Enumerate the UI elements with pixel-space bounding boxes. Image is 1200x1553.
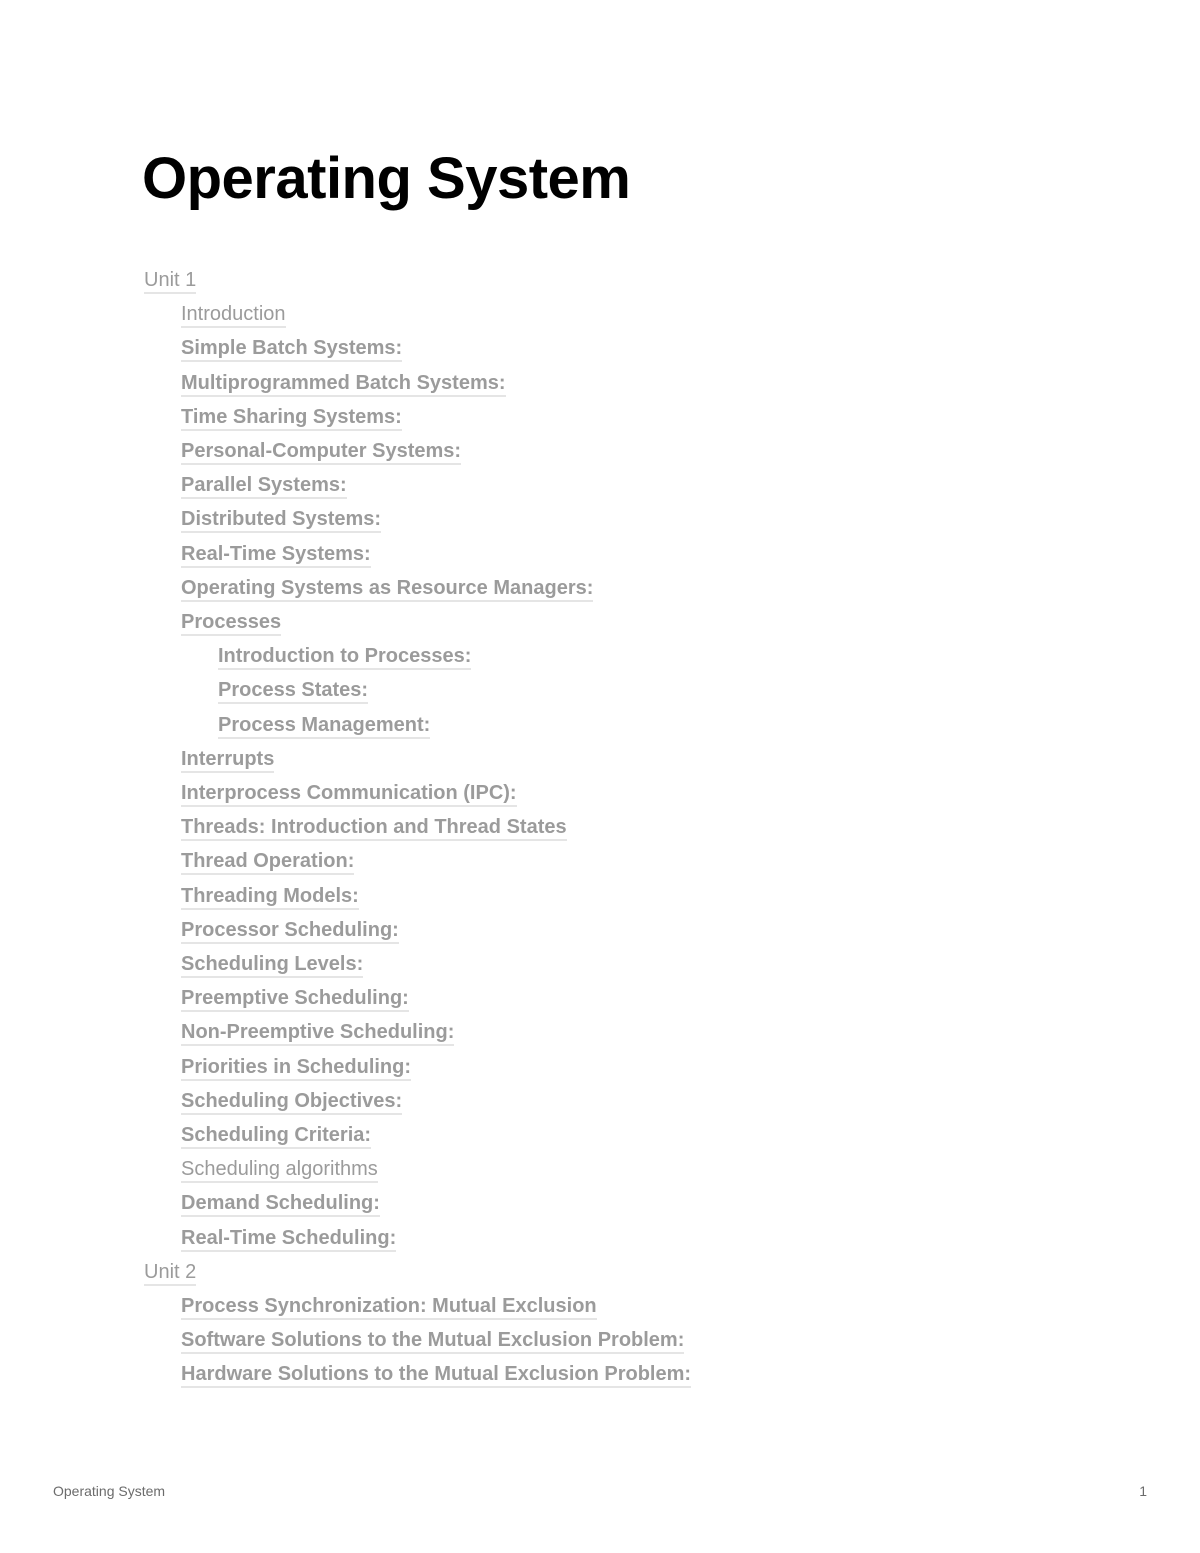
toc-link[interactable]: Scheduling Levels: <box>181 952 364 978</box>
toc-link-label: Introduction to Processes: <box>218 645 472 671</box>
toc-link[interactable]: Distributed Systems: <box>181 507 382 534</box>
toc-link[interactable]: Interrupts <box>181 747 275 773</box>
toc-link-label: Multiprogrammed Batch Systems: <box>181 371 506 397</box>
toc-link-label: Scheduling Criteria: <box>181 1124 372 1149</box>
toc-link[interactable]: Scheduling Objectives: <box>181 1089 403 1115</box>
toc-link[interactable]: Parallel Systems: <box>181 473 347 500</box>
toc-link-label: Priorities in Scheduling: <box>181 1055 412 1081</box>
toc-link-label: Interrupts <box>181 747 275 773</box>
toc-link-label: Operating Systems as Resource Managers: <box>181 576 594 602</box>
toc-link-label: Scheduling Objectives: <box>181 1089 403 1115</box>
toc-link[interactable]: Thread Operation: <box>181 849 355 876</box>
toc-link-label: Software Solutions to the Mutual Exclusi… <box>181 1329 685 1355</box>
toc-link[interactable]: Process Synchronization: Mutual Exclusio… <box>181 1294 597 1320</box>
toc-link-label: Real-Time Scheduling: <box>181 1226 397 1252</box>
toc-link-label: Thread Operation: <box>181 850 355 876</box>
toc-link[interactable]: Threading Models: <box>181 884 359 910</box>
toc-link-label: Time Sharing Systems: <box>181 405 402 431</box>
toc-link-label: Threads: Introduction and Thread States <box>181 816 567 842</box>
toc-link[interactable]: Time Sharing Systems: <box>181 405 402 431</box>
toc-link-label: Hardware Solutions to the Mutual Exclusi… <box>181 1363 692 1389</box>
toc-link-label: Real-Time Systems: <box>181 542 371 568</box>
toc-link[interactable]: Introduction <box>181 302 286 329</box>
toc-link[interactable]: Processes <box>181 610 282 636</box>
toc-link[interactable]: Processor Scheduling: <box>181 918 399 944</box>
toc-link-label: Introduction <box>181 303 286 329</box>
toc-link-label: Non-Preemptive Scheduling: <box>181 1021 455 1047</box>
toc-link-label: Demand Scheduling: <box>181 1192 380 1218</box>
toc-link-label: Processes <box>181 611 282 636</box>
toc-unit-link[interactable]: Unit 1 <box>144 268 197 294</box>
toc-link-label: Process Synchronization: Mutual Exclusio… <box>181 1295 597 1320</box>
toc-link-label: Preemptive Scheduling: <box>181 987 409 1013</box>
toc-link[interactable]: Process States: <box>218 678 369 705</box>
toc-link-label: Simple Batch Systems: <box>181 337 403 363</box>
toc-link[interactable]: Priorities in Scheduling: <box>181 1055 412 1081</box>
toc-link-label: Scheduling Levels: <box>181 953 364 978</box>
toc-link[interactable]: Introduction to Processes: <box>218 644 472 671</box>
toc-link-label: Interprocess Communication (IPC): <box>181 782 517 807</box>
toc-link-label: Processor Scheduling: <box>181 918 399 944</box>
toc-link[interactable]: Hardware Solutions to the Mutual Exclusi… <box>181 1362 692 1389</box>
toc-link-label: Unit 2 <box>144 1260 197 1286</box>
toc-link[interactable]: Process Management: <box>218 713 431 739</box>
toc-link[interactable]: Real-Time Scheduling: <box>181 1226 397 1252</box>
toc-link[interactable]: Interprocess Communication (IPC): <box>181 781 517 807</box>
toc-link-label: Threading Models: <box>181 884 359 910</box>
toc-link-label: Personal-Computer Systems: <box>181 440 462 465</box>
footer-document-title: Operating System <box>53 1483 166 1499</box>
toc-link[interactable]: Operating Systems as Resource Managers: <box>181 576 594 602</box>
toc-link[interactable]: Simple Batch Systems: <box>181 336 403 363</box>
toc-link-label: Scheduling algorithms <box>181 1158 378 1184</box>
footer-page-number: 1 <box>1139 1483 1147 1499</box>
toc-link[interactable]: Threads: Introduction and Thread States <box>181 815 567 842</box>
toc-link[interactable]: Demand Scheduling: <box>181 1191 380 1218</box>
toc-link-label: Process Management: <box>218 713 431 739</box>
toc-link[interactable]: Software Solutions to the Mutual Exclusi… <box>181 1328 685 1355</box>
page-title: Operating System <box>142 146 631 211</box>
toc-link-label: Parallel Systems: <box>181 474 347 500</box>
toc-link-label: Distributed Systems: <box>181 508 382 534</box>
toc-unit-link[interactable]: Unit 2 <box>144 1260 197 1286</box>
toc-link[interactable]: Non-Preemptive Scheduling: <box>181 1020 455 1047</box>
toc-link[interactable]: Personal-Computer Systems: <box>181 439 462 465</box>
toc-link[interactable]: Preemptive Scheduling: <box>181 986 409 1013</box>
toc-link[interactable]: Scheduling algorithms <box>181 1157 378 1184</box>
toc-link[interactable]: Real-Time Systems: <box>181 542 371 568</box>
toc-link[interactable]: Multiprogrammed Batch Systems: <box>181 371 506 397</box>
toc-link-label: Process States: <box>218 679 369 705</box>
toc-link-label: Unit 1 <box>144 269 197 294</box>
toc-link[interactable]: Scheduling Criteria: <box>181 1123 372 1149</box>
